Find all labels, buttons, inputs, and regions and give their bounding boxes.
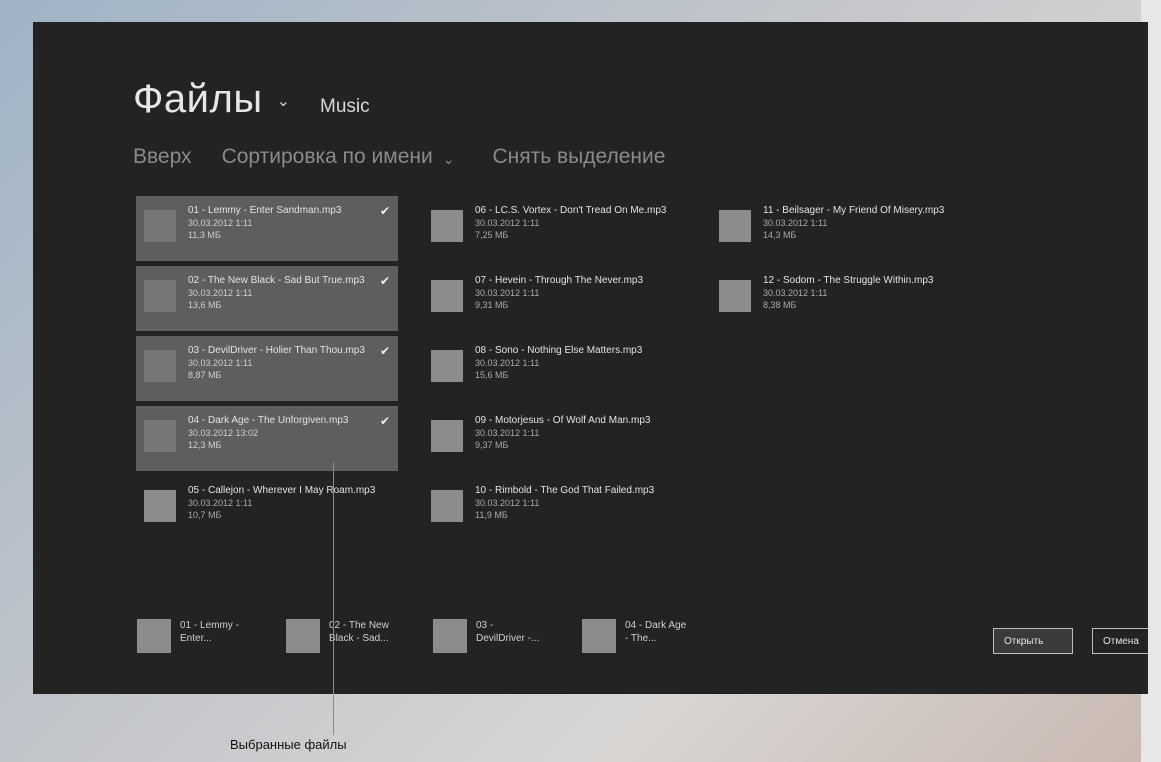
file-tile[interactable]: 03 - DevilDriver - Holier Than Thou.mp3 … [136,336,398,401]
checkmark-icon: ✔ [379,414,390,428]
file-size: 11,9 МБ [475,510,508,520]
music-file-icon [431,350,463,382]
file-name: 01 - Lemmy - Enter Sandman.mp3 [188,205,342,216]
file-tile[interactable]: 12 - Sodom - The Struggle Within.mp3 30.… [711,266,973,331]
page-title[interactable]: Файлы [133,77,263,122]
file-tile[interactable]: 01 - Lemmy - Enter Sandman.mp3 30.03.201… [136,196,398,261]
open-button[interactable]: Открыть [993,628,1073,654]
basket-item[interactable]: 04 - Dark Age - The... [582,619,705,653]
file-name: 10 - Rimbold - The God That Failed.mp3 [475,485,655,496]
music-file-icon [144,350,176,382]
clear-selection-button[interactable]: Снять выделение [492,145,665,169]
file-size: 14,3 МБ [763,230,797,240]
file-name: 04 - Dark Age - The Unforgiven.mp3 [188,415,349,426]
current-folder: Music [320,96,370,117]
basket-item-name-cont: Black - Sad... [329,633,389,644]
music-file-icon [144,280,176,312]
file-date: 30.03.2012 1:11 [475,358,540,368]
file-date: 30.03.2012 1:11 [475,288,540,298]
file-date: 30.03.2012 1:11 [188,288,253,298]
file-date: 30.03.2012 1:11 [188,358,253,368]
callout-line [333,462,334,735]
file-tile[interactable]: 06 - LC.S. Vortex - Don't Tread On Me.mp… [423,196,685,261]
file-size: 8,38 МБ [763,300,797,310]
music-file-icon [719,210,751,242]
basket-item-name: 01 - Lemmy - [180,620,239,631]
music-file-icon [137,619,171,653]
file-name: 09 - Motorjesus - Of Wolf And Man.mp3 [475,415,651,426]
file-tile[interactable]: 02 - The New Black - Sad But True.mp3 30… [136,266,398,331]
file-tile[interactable]: 05 - Callejon - Wherever I May Roam.mp3 … [136,476,398,541]
toolbar: Вверх Сортировка по имени ⌄ Снять выделе… [133,145,665,169]
music-file-icon [144,490,176,522]
file-size: 11,3 МБ [188,230,221,240]
chevron-down-icon: ⌄ [442,150,455,167]
basket-item-name-cont: DevilDriver -... [476,633,540,644]
callout-caption: Выбранные файлы [230,737,347,752]
file-name: 03 - DevilDriver - Holier Than Thou.mp3 [188,345,365,356]
up-button[interactable]: Вверх [133,145,192,169]
file-size: 8,87 МБ [188,370,222,380]
basket-item-name: 02 - The New [329,620,389,631]
music-file-icon [582,619,616,653]
file-tile[interactable]: 08 - Sono - Nothing Else Matters.mp3 30.… [423,336,685,401]
file-name: 08 - Sono - Nothing Else Matters.mp3 [475,345,643,356]
basket-item-name: 03 - [476,620,494,631]
file-size: 7,25 МБ [475,230,509,240]
checkmark-icon: ✔ [379,204,390,218]
checkmark-icon: ✔ [379,344,390,358]
sort-label: Сортировка по имени [221,145,433,168]
file-tile[interactable]: 10 - Rimbold - The God That Failed.mp3 3… [423,476,685,541]
basket-item-name-cont: Enter... [180,633,212,644]
checkmark-icon: ✔ [379,274,390,288]
file-name: 05 - Callejon - Wherever I May Roam.mp3 [188,485,376,496]
file-name: 07 - Hevein - Through The Never.mp3 [475,275,644,286]
file-date: 30.03.2012 1:11 [475,428,540,438]
cancel-button[interactable]: Отмена [1092,628,1148,654]
file-name: 02 - The New Black - Sad But True.mp3 [188,275,365,286]
music-file-icon [144,210,176,242]
music-file-icon [431,420,463,452]
file-tile[interactable]: 11 - Beilsager - My Friend Of Misery.mp3… [711,196,973,261]
basket-item[interactable]: 02 - The New Black - Sad... [286,619,409,653]
music-file-icon [144,420,176,452]
picker-header: Файлы ⌄ Music [133,77,370,122]
sort-dropdown[interactable]: Сортировка по имени ⌄ [222,145,455,169]
file-date: 30.03.2012 1:11 [763,288,828,298]
file-date: 30.03.2012 13:02 [188,428,259,438]
file-tile[interactable]: 09 - Motorjesus - Of Wolf And Man.mp3 30… [423,406,685,471]
music-file-icon [431,490,463,522]
music-file-icon [431,210,463,242]
file-name: 12 - Sodom - The Struggle Within.mp3 [763,275,934,286]
file-size: 15,6 МБ [475,370,509,380]
file-size: 9,37 МБ [475,440,509,450]
file-name: 06 - LC.S. Vortex - Don't Tread On Me.mp… [475,205,667,216]
file-tile[interactable]: 07 - Hevein - Through The Never.mp3 30.0… [423,266,685,331]
chevron-down-icon[interactable]: ⌄ [277,91,290,111]
file-size: 13,6 МБ [188,300,222,310]
file-name: 11 - Beilsager - My Friend Of Misery.mp3 [763,205,945,216]
file-date: 30.03.2012 1:11 [475,498,540,508]
file-tile[interactable]: 04 - Dark Age - The Unforgiven.mp3 30.03… [136,406,398,471]
file-size: 9,31 МБ [475,300,509,310]
file-date: 30.03.2012 1:11 [188,498,253,508]
file-date: 30.03.2012 1:11 [188,218,253,228]
basket-item-name-cont: - The... [625,633,657,644]
music-file-icon [433,619,467,653]
file-size: 10,7 МБ [188,510,222,520]
music-file-icon [719,280,751,312]
file-picker-screen: Файлы ⌄ Music Вверх Сортировка по имени … [33,22,1148,694]
music-file-icon [431,280,463,312]
basket-item[interactable]: 03 - DevilDriver -... [433,619,556,653]
music-file-icon [286,619,320,653]
basket-item-name: 04 - Dark Age [625,620,687,631]
file-date: 30.03.2012 1:11 [475,218,540,228]
file-date: 30.03.2012 1:11 [763,218,828,228]
basket-item[interactable]: 01 - Lemmy - Enter... [137,619,260,653]
file-size: 12,3 МБ [188,440,222,450]
